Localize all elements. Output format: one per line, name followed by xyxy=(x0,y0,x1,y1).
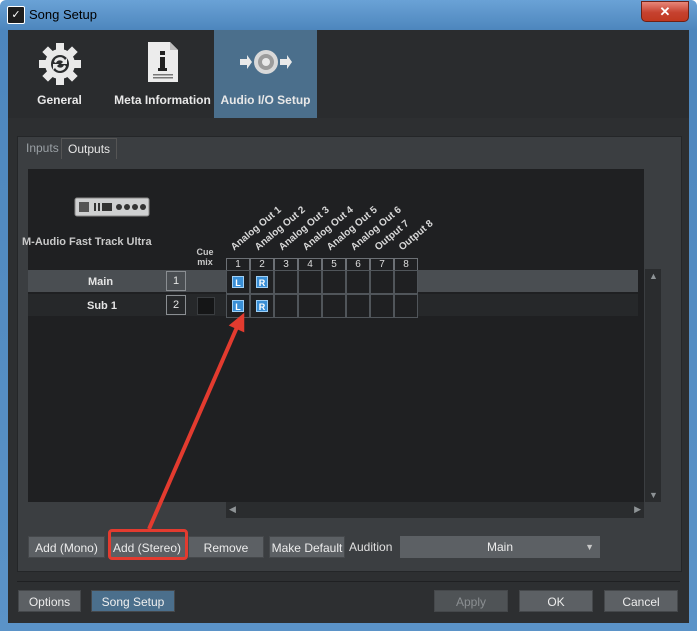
matrix-cell[interactable] xyxy=(322,270,346,294)
song-setup-button[interactable]: Song Setup xyxy=(91,590,175,612)
matrix-cell[interactable] xyxy=(346,294,370,318)
top-tab-bar: General Meta Information Audio I/O Setup xyxy=(8,30,689,118)
window-title: Song Setup xyxy=(29,7,97,22)
horizontal-scrollbar[interactable]: ◀ ▶ xyxy=(226,502,644,518)
studio-one-logo-icon: ✓ xyxy=(7,6,25,24)
make-default-button[interactable]: Make Default xyxy=(269,536,345,558)
matrix-cell[interactable] xyxy=(298,270,322,294)
document-icon xyxy=(147,42,178,82)
tab-meta-information-label: Meta Information xyxy=(114,93,211,107)
scroll-left-icon[interactable]: ◀ xyxy=(229,504,236,515)
chevron-down-icon: ▼ xyxy=(585,542,594,552)
footer-separator xyxy=(17,581,680,582)
matrix-cell[interactable]: R xyxy=(250,270,274,294)
matrix-cell[interactable] xyxy=(274,294,298,318)
audition-label: Audition xyxy=(349,540,393,554)
matrix-cell[interactable] xyxy=(322,294,346,318)
ok-button[interactable]: OK xyxy=(519,590,593,612)
matrix-cell[interactable] xyxy=(394,294,418,318)
tab-audio-io-setup[interactable]: Audio I/O Setup xyxy=(214,30,317,118)
matrix-cell[interactable] xyxy=(346,270,370,294)
vertical-scrollbar[interactable]: ▲ ▼ xyxy=(645,269,661,502)
cue-mix-label: Cue mix xyxy=(196,247,214,267)
row-label: Main xyxy=(88,276,114,288)
matrix-cell[interactable] xyxy=(298,294,322,318)
tab-outputs[interactable]: Outputs xyxy=(61,138,118,159)
matrix-cell[interactable]: L xyxy=(226,294,250,318)
remove-button[interactable]: Remove xyxy=(188,536,264,558)
close-button[interactable]: ✕ xyxy=(641,1,689,22)
apply-button[interactable]: Apply xyxy=(434,590,508,612)
matrix-cell[interactable] xyxy=(370,294,394,318)
cancel-button[interactable]: Cancel xyxy=(604,590,678,612)
scroll-down-icon[interactable]: ▼ xyxy=(649,490,658,500)
audition-select[interactable]: Main ▼ xyxy=(400,536,600,558)
device-name: M-Audio Fast Track Ultra xyxy=(22,236,152,248)
scroll-up-icon[interactable]: ▲ xyxy=(649,271,658,281)
tab-meta-information[interactable]: Meta Information xyxy=(111,30,214,118)
matrix-cell[interactable] xyxy=(394,270,418,294)
pin-left[interactable]: L xyxy=(232,300,244,312)
pin-right[interactable]: R xyxy=(256,276,268,288)
tab-general[interactable]: General xyxy=(8,30,111,118)
dialog-client: General Meta Information Audio I/O Setup… xyxy=(8,30,689,623)
matrix-cell[interactable]: R xyxy=(250,294,274,318)
pin-right[interactable]: R xyxy=(256,300,268,312)
annotation-highlight xyxy=(108,529,188,560)
speaker-io-icon xyxy=(239,50,292,74)
row-number: 1 xyxy=(166,271,186,291)
matrix-cell[interactable] xyxy=(370,270,394,294)
matrix-cell[interactable]: L xyxy=(226,270,250,294)
tab-general-label: General xyxy=(37,93,82,107)
tab-audio-io-label: Audio I/O Setup xyxy=(220,93,311,107)
scroll-right-icon[interactable]: ▶ xyxy=(634,504,641,515)
row-number: 2 xyxy=(166,295,186,315)
gear-icon xyxy=(38,43,81,85)
pin-left[interactable]: L xyxy=(232,276,244,288)
row-label: Sub 1 xyxy=(87,300,117,312)
matrix-cell[interactable] xyxy=(274,270,298,294)
tab-inputs[interactable]: Inputs xyxy=(20,138,65,158)
add-mono-button[interactable]: Add (Mono) xyxy=(28,536,105,558)
title-bar[interactable]: ✓ Song Setup ✕ xyxy=(0,0,697,30)
song-setup-window: ✓ Song Setup ✕ General Meta Information … xyxy=(0,0,697,631)
cue-mix-checkbox[interactable] xyxy=(197,297,215,315)
options-button[interactable]: Options xyxy=(18,590,81,612)
audition-value: Main xyxy=(486,540,513,554)
audio-interface-icon xyxy=(74,197,150,217)
